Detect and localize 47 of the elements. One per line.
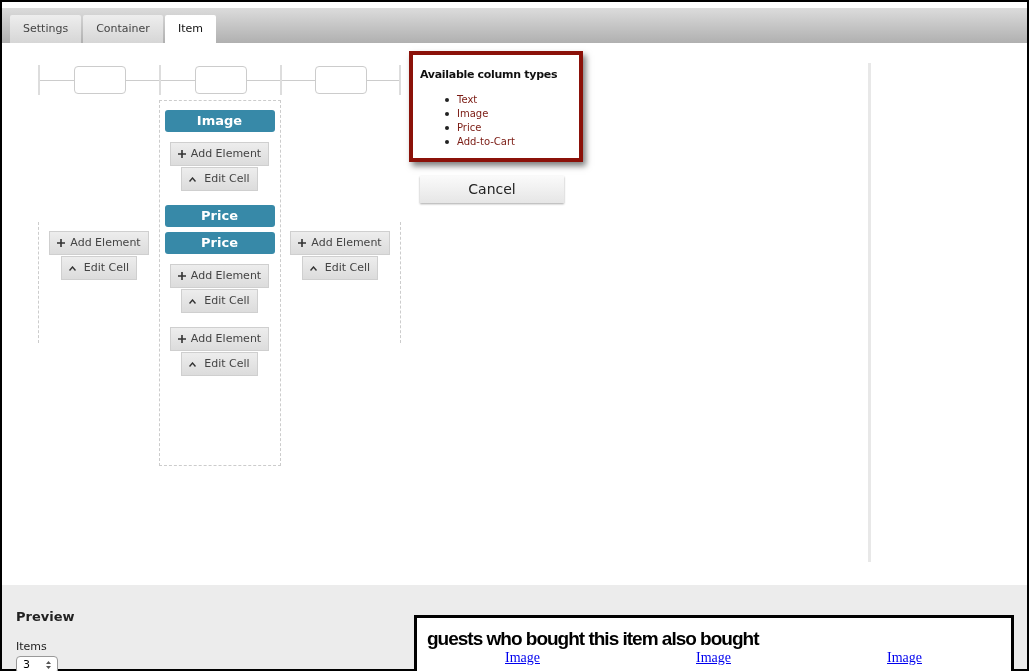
caret-up-icon xyxy=(68,265,76,271)
element-button[interactable]: Image xyxy=(164,110,275,132)
bullet-icon xyxy=(445,111,449,116)
caret-up-icon xyxy=(189,176,197,182)
tab[interactable]: Settings xyxy=(10,15,82,43)
cancel-button[interactable]: Cancel xyxy=(420,175,564,203)
column-type-link[interactable]: Text xyxy=(457,92,478,107)
items-select[interactable]: 3 xyxy=(16,656,58,671)
caret-up-icon xyxy=(189,298,197,304)
add-element-button[interactable]: Add Element xyxy=(169,142,270,166)
caret-up-icon xyxy=(309,265,317,271)
preview-title: Preview xyxy=(16,608,75,626)
tab[interactable]: Container xyxy=(83,15,163,43)
column-width-field[interactable] xyxy=(194,66,247,94)
caret-up-icon xyxy=(189,361,197,367)
column-width-field[interactable] xyxy=(73,66,126,94)
spinner-arrows-icon xyxy=(46,661,51,669)
add-element-button[interactable]: Add Element xyxy=(290,231,390,255)
bullet-icon xyxy=(445,97,449,102)
image-link[interactable]: Image xyxy=(505,650,540,666)
image-link[interactable]: Image xyxy=(887,650,922,666)
element-button[interactable]: Price xyxy=(164,205,275,227)
plus-icon xyxy=(177,150,186,158)
element-button[interactable]: Price xyxy=(164,232,275,254)
column-width-field[interactable] xyxy=(314,66,367,94)
popup-title: Available column types xyxy=(420,67,559,83)
edit-cell-button[interactable]: Edit Cell xyxy=(181,167,258,191)
preview-heading: guests who bought this item also bought xyxy=(427,629,760,649)
add-element-button[interactable]: Add Element xyxy=(49,231,149,255)
bullet-icon xyxy=(445,125,449,130)
add-element-button[interactable]: Add Element xyxy=(169,327,270,351)
items-label: Items xyxy=(16,638,47,655)
tab[interactable]: Item xyxy=(164,15,216,43)
edit-cell-button[interactable]: Edit Cell xyxy=(60,256,138,280)
plus-icon xyxy=(298,239,307,247)
edit-cell-button[interactable]: Edit Cell xyxy=(301,256,379,280)
bullet-icon xyxy=(445,139,449,144)
column-type-link[interactable]: Add-to-Cart xyxy=(457,134,515,149)
plus-icon xyxy=(177,272,186,280)
add-element-button[interactable]: Add Element xyxy=(169,264,270,288)
plus-icon xyxy=(177,335,186,343)
edit-cell-button[interactable]: Edit Cell xyxy=(181,352,258,376)
image-link[interactable]: Image xyxy=(696,650,731,666)
plus-icon xyxy=(57,239,66,247)
column-type-link[interactable]: Image xyxy=(457,106,489,121)
column-type-link[interactable]: Price xyxy=(457,120,482,135)
edit-cell-button[interactable]: Edit Cell xyxy=(181,289,258,313)
